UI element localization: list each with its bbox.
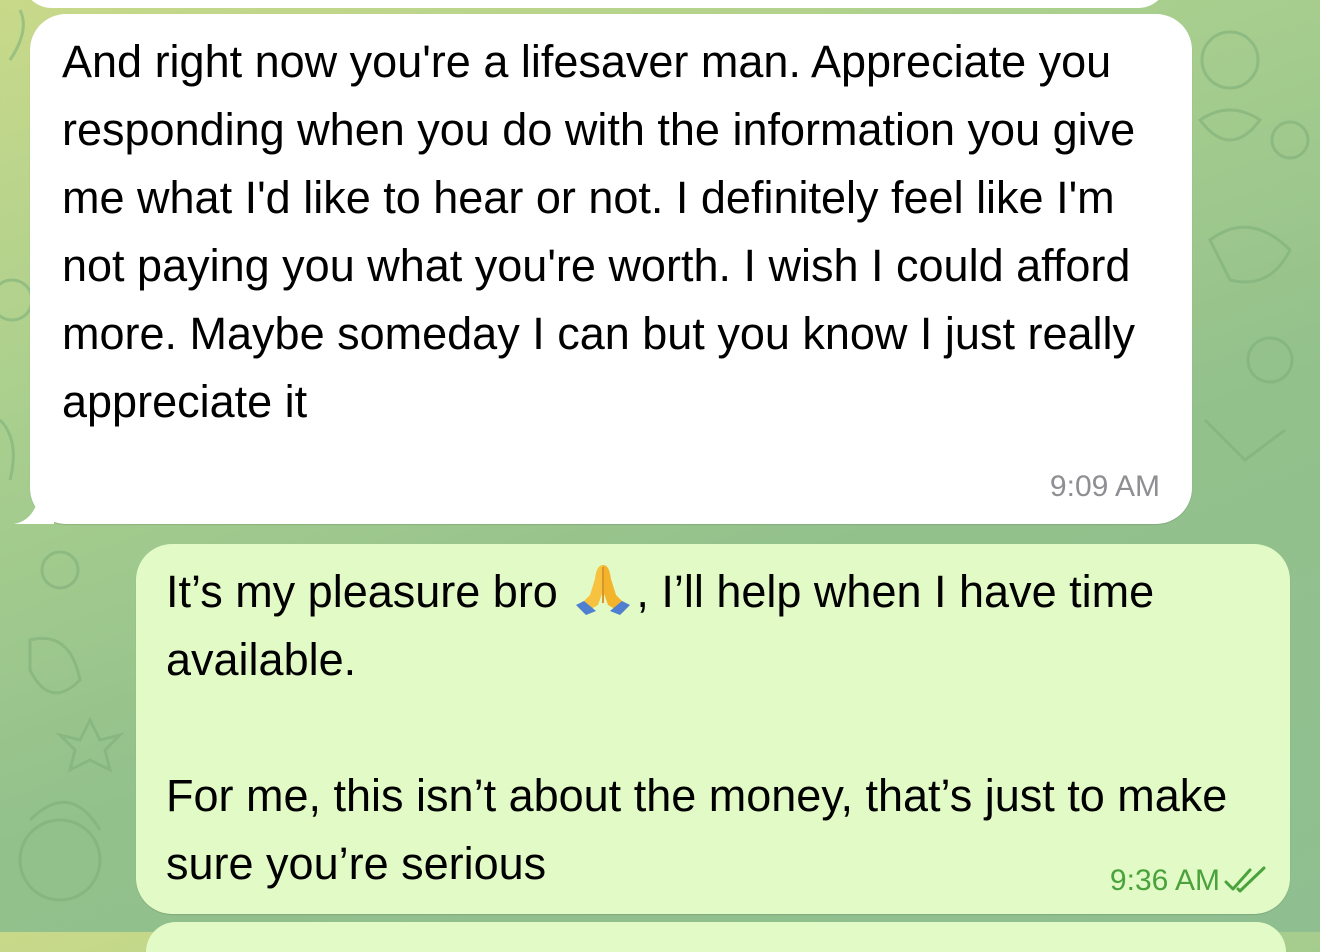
folded-hands-emoji-icon [576, 565, 631, 615]
outgoing-text-part-1: It’s my pleasure bro [166, 566, 571, 617]
incoming-message-time: 9:09 AM [1049, 470, 1160, 503]
outgoing-message-bubble[interactable]: It’s my pleasure bro , I’ll help when I … [136, 544, 1290, 914]
incoming-message-text: And right now you're a lifesaver man. Ap… [62, 36, 1148, 427]
read-checkmarks-icon [1224, 866, 1266, 893]
incoming-message-bubble[interactable]: And right now you're a lifesaver man. Ap… [14, 14, 1192, 524]
incoming-bubble-tail [14, 490, 54, 524]
outgoing-message-text: It’s my pleasure bro , I’ll help when I … [166, 558, 1276, 898]
previous-message-bubble[interactable] [22, 0, 1168, 8]
next-message-bubble[interactable] [146, 922, 1286, 952]
outgoing-message-time: 9:36 AM [1109, 864, 1220, 897]
